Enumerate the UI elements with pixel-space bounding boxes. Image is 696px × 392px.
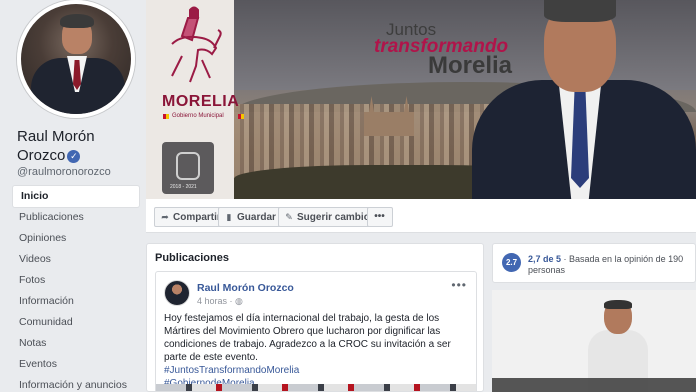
nav-item-opiniones[interactable]: Opiniones: [13, 228, 139, 249]
equestrian-statue-logo-icon: [171, 6, 222, 83]
verified-badge-icon: ✓: [67, 150, 81, 163]
save-button[interactable]: ▮ Guardar: [218, 207, 283, 227]
post-author[interactable]: Raul Morón Orozco: [197, 282, 294, 294]
cover-photo[interactable]: MORELIA Gobierno Municipal 2018 - 2021 J…: [146, 0, 696, 199]
rating-score: 2,7 de 5: [528, 254, 562, 264]
left-column: Raul Morón Orozco ✓ @raulmoronorozco Inic…: [0, 0, 146, 392]
brand-subtitle: Gobierno Municipal: [172, 113, 224, 119]
rating-summary: 2,7 de 5 · Basada en la opinión de 190 p…: [528, 254, 684, 275]
post-timestamp[interactable]: 4 horas · ◍: [197, 296, 243, 307]
crest-seal-icon: [176, 152, 200, 180]
rating-card[interactable]: 2.7 2,7 de 5 · Basada en la opinión de 1…: [492, 243, 696, 283]
more-options-button[interactable]: •••: [367, 207, 393, 227]
nav-item-fotos[interactable]: Fotos: [13, 270, 139, 291]
page-name[interactable]: Raul Morón Orozco ✓: [17, 127, 142, 165]
publications-title[interactable]: Publicaciones: [155, 252, 229, 264]
post-image[interactable]: [156, 384, 476, 391]
municipal-crest-logo: 2018 - 2021: [162, 142, 214, 194]
nav-item-notas[interactable]: Notas: [13, 333, 139, 354]
nav-item-inicio[interactable]: Inicio: [13, 186, 139, 207]
nav-item-eventos[interactable]: Eventos: [13, 354, 139, 375]
profile-picture[interactable]: [17, 0, 135, 118]
page-handle[interactable]: @raulmoronorozco: [17, 166, 111, 178]
post-options-icon[interactable]: •••: [451, 278, 467, 292]
share-arrow-icon: ➦: [161, 212, 169, 222]
brand-wordmark: MORELIA: [162, 93, 240, 110]
post-text: Hoy festejamos el día internacional del …: [164, 312, 472, 390]
hashtag-link[interactable]: #JuntosTransformandoMorelia: [164, 364, 472, 377]
post: Raul Morón Orozco 4 horas · ◍ ••• Hoy fe…: [155, 271, 477, 391]
page-action-bar: ➦ Compartir ▮ Guardar ✎ Sugerir cambios •••: [146, 199, 696, 233]
globe-icon: ◍: [235, 296, 243, 306]
pencil-icon: ✎: [285, 212, 293, 222]
video-caption-bar: [492, 378, 696, 392]
bookmark-icon: ▮: [226, 212, 232, 222]
nav-item-informacion[interactable]: Información: [13, 291, 139, 312]
cover-portrait: [472, 0, 696, 199]
post-author-avatar[interactable]: [164, 280, 190, 306]
flag-icon: [163, 114, 169, 119]
share-button[interactable]: ➦ Compartir: [154, 207, 228, 227]
nav-item-informacion-anuncios[interactable]: Información y anuncios: [13, 375, 139, 392]
page-nav: Inicio Publicaciones Opiniones Videos Fo…: [13, 186, 139, 392]
flag-icon: [238, 114, 244, 119]
nav-item-videos[interactable]: Videos: [13, 249, 139, 270]
crest-years: 2018 - 2021: [170, 184, 197, 190]
publications-section: Publicaciones Raul Morón Orozco 4 horas …: [146, 243, 484, 392]
rating-badge: 2.7: [502, 253, 521, 272]
nav-item-comunidad[interactable]: Comunidad: [13, 312, 139, 333]
featured-video-thumbnail[interactable]: [492, 290, 696, 392]
page-name-text: Raul Morón Orozco: [17, 128, 95, 164]
nav-item-publicaciones[interactable]: Publicaciones: [13, 207, 139, 228]
